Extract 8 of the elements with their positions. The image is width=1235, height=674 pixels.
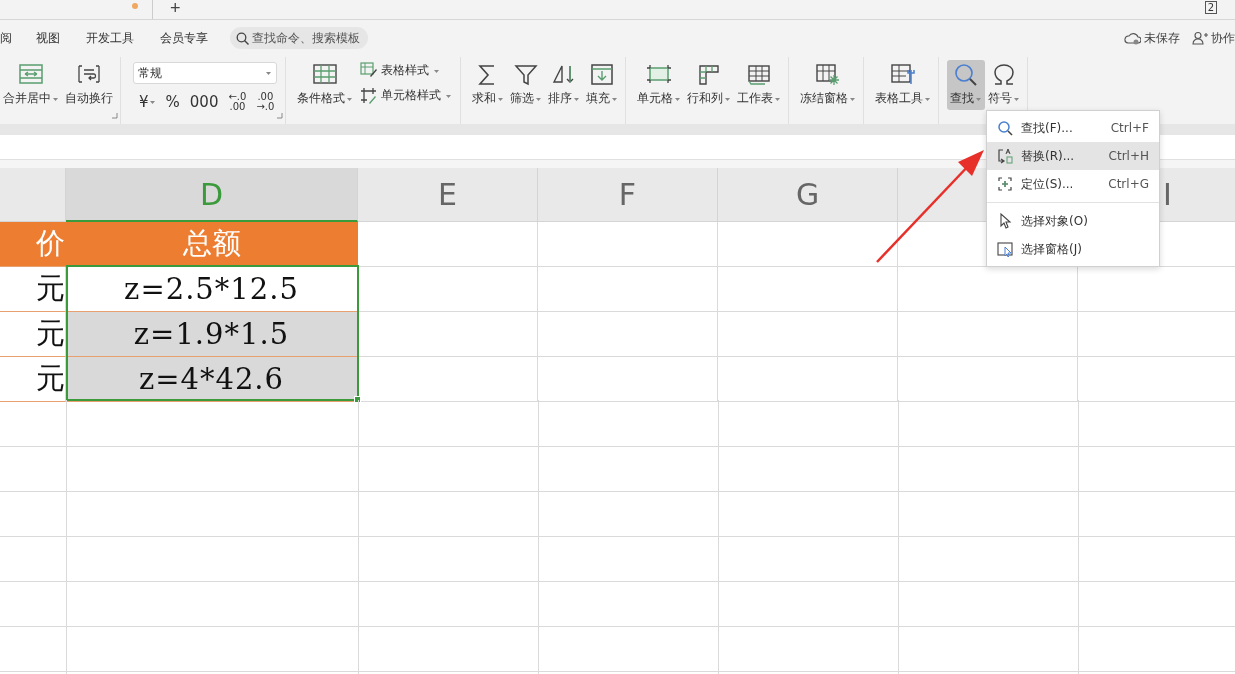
table-cell: 元	[0, 312, 66, 357]
header-cell: 价	[0, 222, 66, 267]
table-cell: z=1.9*1.5	[66, 312, 358, 357]
table-cell: z=4*42.6	[66, 357, 358, 402]
save-status: 未保存	[1144, 29, 1180, 47]
table-cell: 元	[0, 267, 66, 312]
table-cell: 元	[0, 357, 66, 402]
header-cell: 总额	[66, 222, 358, 267]
